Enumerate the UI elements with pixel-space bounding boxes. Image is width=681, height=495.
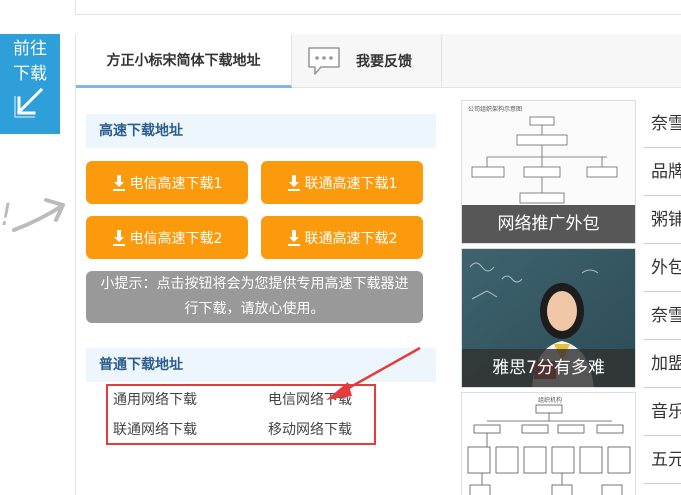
side-list-item[interactable]: 五元 — [644, 436, 681, 484]
goto-download-label: 前往下载 — [13, 39, 47, 84]
fast-download-heading: 高速下载地址 — [86, 114, 436, 148]
unicom-fast-download-2-button[interactable]: 联通高速下载2 — [261, 216, 423, 259]
decorative-arrow-icon: ! — [0, 198, 65, 233]
unicom-network-download-link[interactable]: 联通网络下载 — [113, 419, 197, 439]
card-header-text: 公司组织架构示意图 — [468, 105, 522, 113]
red-pointer-arrow-icon — [326, 346, 421, 400]
tab-download-address[interactable]: 方正小标宋简体下载地址 — [76, 34, 292, 88]
general-network-download-link[interactable]: 通用网络下载 — [113, 389, 197, 409]
org-structure-image: 组织机构 — [462, 393, 635, 495]
button-label: 联通高速下载1 — [304, 175, 398, 192]
chat-bubble-icon — [308, 47, 340, 75]
side-article-list: 奈雪 品牌 粥铺 外包 奈雪 加盟 音乐 五元 — [644, 100, 681, 484]
tab-download-label: 方正小标宋简体下载地址 — [106, 52, 261, 69]
svg-text:!: ! — [0, 198, 12, 233]
button-label: 电信高速下载1 — [129, 175, 223, 192]
download-icon — [287, 174, 300, 191]
side-list-item[interactable]: 粥铺 — [644, 196, 681, 244]
button-label: 电信高速下载2 — [129, 230, 223, 247]
card-org-structure[interactable]: 组织机构 — [461, 392, 636, 495]
download-panel: 方正小标宋简体下载地址 我要反馈 高速下载地址 电信高速下载1 联通高速下载1 … — [75, 34, 681, 495]
side-list-item[interactable]: 奈雪 — [644, 100, 681, 148]
download-icon — [112, 174, 125, 191]
card-network-promotion[interactable]: 公司组织架构示意图 网络推广外包 — [461, 100, 636, 244]
tab-feedback[interactable]: 我要反馈 — [292, 34, 442, 88]
unicom-fast-download-1-button[interactable]: 联通高速下载1 — [261, 161, 423, 204]
card-caption: 网络推广外包 — [462, 205, 635, 243]
side-list-item[interactable]: 奈雪 — [644, 292, 681, 340]
card-ielts[interactable]: 雅思7分有多难 — [461, 248, 636, 388]
card-caption: 雅思7分有多难 — [462, 349, 635, 387]
arrow-down-left-icon — [14, 87, 44, 118]
telecom-fast-download-1-button[interactable]: 电信高速下载1 — [86, 161, 248, 204]
card-header-text: 组织机构 — [538, 396, 562, 404]
goto-download-badge[interactable]: 前往下载 — [0, 34, 60, 134]
button-label: 联通高速下载2 — [304, 230, 398, 247]
side-list-item[interactable]: 加盟 — [644, 340, 681, 388]
tab-feedback-label: 我要反馈 — [356, 54, 412, 70]
side-list-item[interactable]: 音乐 — [644, 388, 681, 436]
top-container-edge — [75, 0, 681, 15]
side-list-item[interactable]: 外包 — [644, 244, 681, 292]
mobile-network-download-link[interactable]: 移动网络下载 — [268, 419, 352, 439]
download-tip: 小提示：点击按钮将会为您提供专用高速下载器进行下载，请放心使用。 — [86, 271, 423, 323]
tab-bar: 方正小标宋简体下载地址 我要反馈 — [76, 34, 681, 88]
telecom-fast-download-2-button[interactable]: 电信高速下载2 — [86, 216, 248, 259]
side-list-item[interactable]: 品牌 — [644, 148, 681, 196]
download-icon — [112, 229, 125, 246]
download-icon — [287, 229, 300, 246]
